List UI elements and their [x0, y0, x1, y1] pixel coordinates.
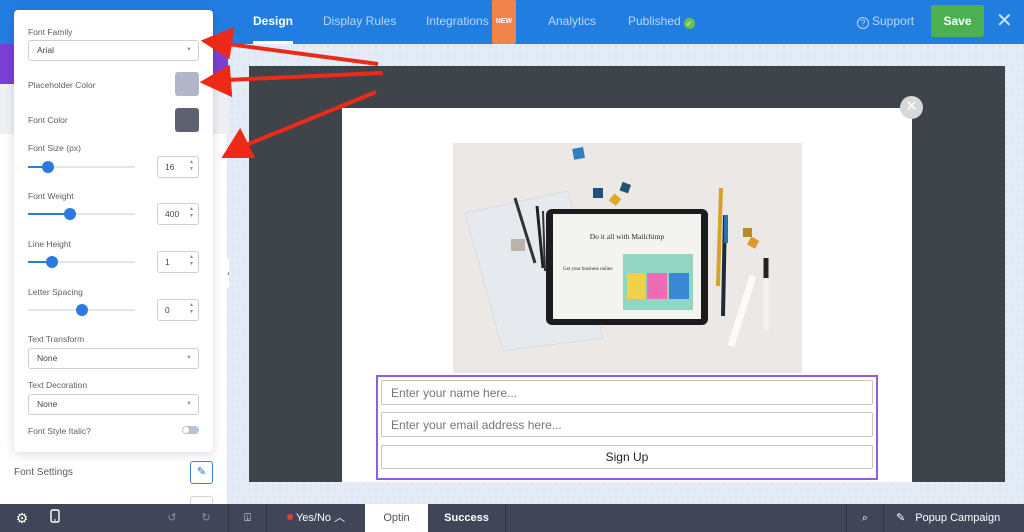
font-settings-panel: Font Family Arial ▼ Placeholder Color Fon…	[14, 10, 213, 452]
spinner-icon[interactable]: ▲ ▼	[189, 206, 194, 220]
sign-up-button[interactable]: Sign Up	[381, 445, 873, 469]
edit-font-settings-button[interactable]: ✎	[190, 461, 213, 484]
search-icon[interactable]: ⌕	[847, 504, 883, 532]
campaign-name-button[interactable]: ✎ Popup Campaign	[890, 504, 1020, 532]
font-weight-value: 400	[165, 209, 180, 219]
hero-subcaption: Get your business online	[563, 267, 613, 272]
text-decoration-value: None	[37, 399, 58, 409]
letter-spacing-slider[interactable]	[28, 304, 135, 316]
font-family-value: Arial	[37, 45, 55, 55]
save-button[interactable]: Save	[931, 5, 984, 37]
tab-integrations[interactable]: Integrations NEW	[426, 0, 517, 44]
italic-toggle[interactable]	[182, 426, 199, 434]
caret-down-icon: ▼	[186, 47, 192, 53]
hero-illustration: Do it all with Mailchimp Get your busine…	[453, 143, 802, 373]
tab-design[interactable]: Design	[253, 0, 294, 44]
letter-spacing-label: Letter Spacing	[28, 287, 83, 297]
save-template-icon[interactable]: ⍗	[229, 504, 266, 532]
text-transform-value: None	[37, 353, 58, 363]
text-decoration-select[interactable]: None ▼	[28, 394, 199, 415]
hero-caption: Do it all with Mailchimp	[590, 232, 665, 241]
placeholder-color-swatch[interactable]	[175, 72, 199, 96]
font-weight-slider[interactable]	[28, 208, 135, 220]
check-circle-icon: ✓	[683, 18, 695, 29]
new-badge: NEW	[491, 0, 517, 44]
tab-display-rules[interactable]: Display Rules	[323, 0, 396, 44]
italic-label: Font Style Italic?	[28, 426, 91, 436]
font-size-slider[interactable]	[28, 161, 135, 173]
redo-icon[interactable]: ↻	[196, 504, 216, 532]
phone-glyph	[50, 509, 60, 523]
font-color-label: Font Color	[28, 115, 68, 125]
letter-spacing-input[interactable]: 0 ▲ ▼	[157, 299, 199, 321]
slider-handle[interactable]	[75, 304, 88, 316]
close-icon[interactable]: ✕	[996, 10, 1013, 32]
yesno-label: Yes/No	[295, 512, 331, 524]
spinner-icon[interactable]: ▲ ▼	[189, 254, 194, 268]
line-height-slider[interactable]	[28, 256, 135, 268]
tab-published-label: Published	[628, 14, 681, 28]
divider	[505, 504, 506, 532]
tab-integrations-label: Integrations	[426, 14, 489, 28]
tab-design-label: Design	[253, 14, 294, 28]
mobile-preview-icon[interactable]	[44, 504, 66, 532]
font-weight-input[interactable]: 400 ▲ ▼	[157, 203, 199, 225]
status-dot	[286, 514, 293, 520]
bottom-toolbar: ⚙ ↺ ↻ ⍗ Yes/No ︿ Optin Success ⌕ ✎ Popup …	[0, 504, 1024, 532]
email-input[interactable]	[381, 412, 873, 437]
spinner-icon[interactable]: ▲ ▼	[189, 159, 194, 173]
letter-spacing-value: 0	[165, 305, 170, 315]
success-label: Success	[444, 512, 489, 524]
tab-published[interactable]: Published ✓	[628, 0, 695, 44]
text-transform-select[interactable]: None ▼	[28, 348, 199, 369]
font-family-select[interactable]: Arial ▼	[28, 40, 199, 61]
font-size-input[interactable]: 16 ▲ ▼	[157, 156, 199, 178]
popup-close-button[interactable]: ✕	[900, 96, 923, 119]
support-link[interactable]: ? Support	[857, 0, 914, 44]
hero-image[interactable]: Do it all with Mailchimp Get your busine…	[453, 143, 802, 373]
line-height-label: Line Height	[28, 239, 72, 249]
font-size-value: 16	[165, 162, 175, 172]
line-height-input[interactable]: 1 ▲ ▼	[157, 251, 199, 273]
font-size-label: Font Size (px)	[28, 143, 81, 153]
line-height-value: 1	[165, 257, 170, 267]
tab-analytics-label: Analytics	[548, 14, 597, 28]
undo-icon[interactable]: ↺	[162, 504, 182, 532]
pencil-icon: ✎	[196, 466, 207, 478]
optin-label: Optin	[383, 512, 410, 524]
slider-handle[interactable]	[63, 208, 76, 220]
slider-handle[interactable]	[42, 161, 55, 173]
support-label: Support	[872, 14, 915, 28]
spinner-icon[interactable]: ▲ ▼	[189, 302, 194, 316]
text-decoration-label: Text Decoration	[28, 380, 88, 390]
success-view-tab[interactable]: Success	[428, 504, 505, 532]
gear-icon[interactable]: ⚙	[10, 504, 34, 532]
caret-down-icon: ▼	[186, 355, 192, 361]
placeholder-color-label: Placeholder Color	[28, 80, 96, 90]
font-family-label: Font Family	[28, 27, 73, 37]
optin-view-tab[interactable]: Optin	[365, 504, 428, 532]
name-input[interactable]	[381, 380, 873, 405]
text-transform-label: Text Transform	[28, 334, 85, 344]
divider	[883, 504, 884, 532]
chevron-up-icon: ︿	[334, 512, 346, 524]
font-weight-label: Font Weight	[28, 191, 74, 201]
tab-analytics[interactable]: Analytics	[548, 0, 596, 44]
help-circle-icon: ?	[857, 17, 869, 29]
caret-down-icon: ▼	[186, 401, 192, 407]
yesno-view-button[interactable]: Yes/No ︿	[267, 504, 365, 532]
slider-handle[interactable]	[45, 256, 58, 268]
font-settings-label: Font Settings	[14, 467, 73, 478]
tab-display-rules-label: Display Rules	[323, 14, 397, 28]
campaign-name: Popup Campaign	[915, 512, 1001, 524]
pencil-icon: ✎	[896, 512, 906, 524]
font-color-swatch[interactable]	[175, 108, 199, 132]
